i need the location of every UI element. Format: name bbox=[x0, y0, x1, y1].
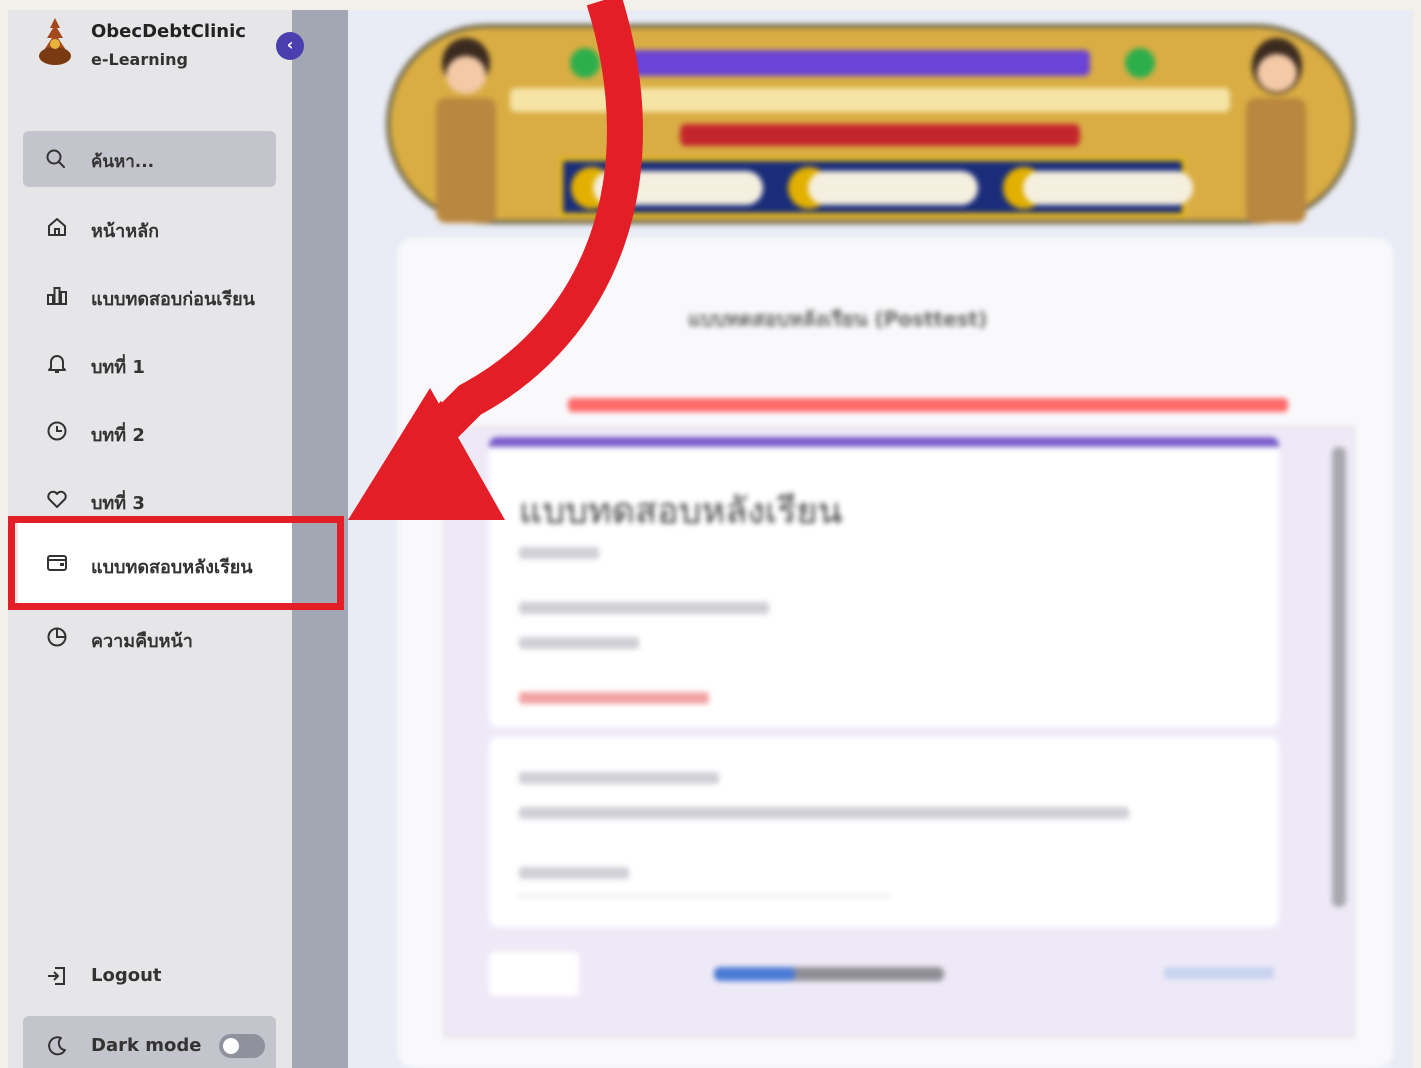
clear-form-link[interactable] bbox=[1164, 967, 1274, 979]
form-progress-bar bbox=[714, 967, 944, 981]
clock-icon bbox=[47, 421, 67, 441]
logout-icon bbox=[48, 967, 65, 985]
brand-subtitle: e-Learning bbox=[91, 50, 188, 69]
form-text-line bbox=[519, 637, 639, 649]
nav-item-progress[interactable]: ความคืบหน้า bbox=[23, 612, 276, 664]
nav-label: บทที่ 1 bbox=[91, 357, 145, 378]
card-title: แบบทดสอบหลังเรียน (Posttest) bbox=[688, 307, 988, 331]
answer-input[interactable] bbox=[519, 895, 889, 897]
nav-label: บทที่ 3 bbox=[91, 493, 145, 514]
code-pill bbox=[593, 171, 763, 205]
form-question bbox=[489, 737, 1279, 927]
nav-item-home[interactable]: หน้าหลัก bbox=[23, 202, 276, 254]
search-placeholder: ค้นหา... bbox=[91, 152, 155, 172]
search-icon bbox=[46, 149, 65, 168]
embedded-form[interactable]: แบบทดสอบหลังเรียน bbox=[443, 426, 1355, 1038]
code-pill bbox=[808, 171, 978, 205]
check-badge-icon bbox=[1125, 48, 1155, 78]
form-next-button[interactable] bbox=[489, 952, 579, 996]
form-text-line bbox=[519, 772, 719, 784]
main-content: แบบทดสอบหลังเรียน (Posttest) แบบทดสอบหลั… bbox=[348, 10, 1413, 1068]
dark-mode-toggle[interactable] bbox=[219, 1034, 265, 1058]
banner-heading-bar bbox=[630, 50, 1090, 76]
form-text-line bbox=[519, 602, 769, 614]
form-text-line bbox=[519, 867, 629, 879]
brand-title: ObecDebtClinic bbox=[91, 21, 246, 42]
form-text-line bbox=[519, 547, 599, 559]
logout-button[interactable]: Logout bbox=[23, 951, 276, 1003]
search-box[interactable]: ค้นหา... bbox=[23, 131, 276, 187]
banner-code-strip bbox=[560, 158, 1193, 216]
dark-mode-row: Dark mode bbox=[23, 1016, 276, 1068]
highlight-box bbox=[8, 516, 344, 610]
nav-label: หน้าหลัก bbox=[91, 221, 160, 242]
toggle-knob bbox=[223, 1038, 239, 1054]
cartoon-character-right bbox=[1240, 38, 1315, 228]
heart-icon bbox=[47, 490, 67, 508]
collapse-sidebar-button[interactable]: ‹ bbox=[276, 32, 304, 60]
dark-mode-label: Dark mode bbox=[91, 1035, 202, 1056]
emblem-logo-icon bbox=[39, 18, 71, 65]
moon-icon bbox=[48, 1036, 66, 1056]
banner-subheading-bar bbox=[510, 88, 1230, 112]
form-header: แบบทดสอบหลังเรียน bbox=[489, 437, 1279, 727]
nav-item-chapter-2[interactable]: บทที่ 2 bbox=[23, 406, 276, 458]
nav-label: แบบทดสอบก่อนเรียน bbox=[91, 289, 255, 310]
check-badge-icon bbox=[570, 48, 600, 78]
bell-icon bbox=[48, 355, 66, 373]
form-title: แบบทดสอบหลังเรียน bbox=[519, 491, 843, 532]
logout-label: Logout bbox=[91, 965, 162, 986]
cartoon-character-left bbox=[430, 38, 505, 228]
banner-note-bar bbox=[680, 124, 1080, 146]
posttest-card: แบบทดสอบหลังเรียน (Posttest) แบบทดสอบหลั… bbox=[398, 238, 1393, 1068]
nav-item-pretest[interactable]: แบบทดสอบก่อนเรียน bbox=[23, 270, 276, 322]
form-text-line bbox=[519, 807, 1129, 819]
form-progress-fill bbox=[714, 967, 795, 981]
nav-label: ความคืบหน้า bbox=[91, 631, 193, 652]
form-scrollbar[interactable] bbox=[1332, 447, 1346, 907]
nav-label: บทที่ 2 bbox=[91, 425, 145, 446]
home-icon bbox=[48, 218, 66, 236]
bar-chart-icon bbox=[47, 287, 67, 305]
warning-text-line bbox=[568, 398, 1288, 412]
code-pill bbox=[1023, 171, 1193, 205]
nav-item-chapter-1[interactable]: บทที่ 1 bbox=[23, 338, 276, 390]
pie-chart-icon bbox=[47, 627, 67, 647]
app-window: ObecDebtClinic e-Learning ค้นหา... หน้าห… bbox=[8, 10, 1413, 1068]
promo-banner bbox=[386, 24, 1356, 224]
form-text-line bbox=[519, 692, 709, 704]
